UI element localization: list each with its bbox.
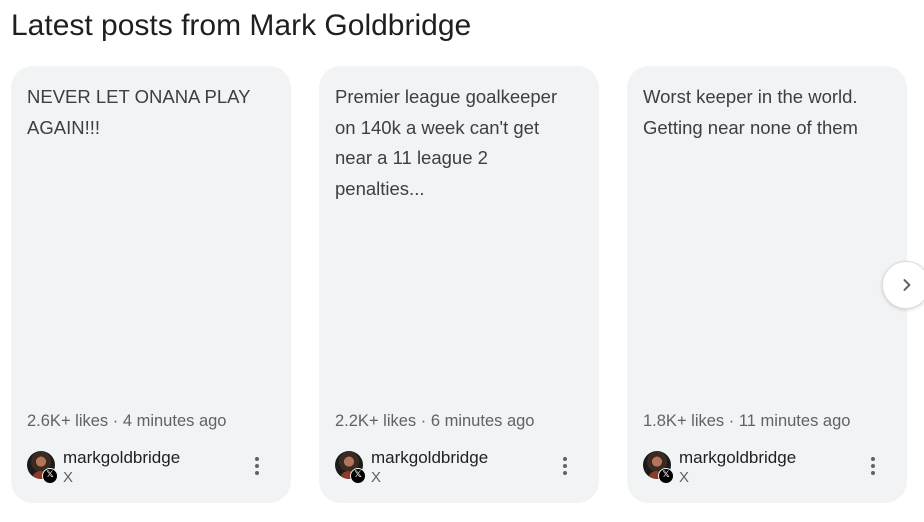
post-card[interactable]: Premier league goalkeeper on 140k a week… xyxy=(319,66,599,503)
carousel-next-button[interactable] xyxy=(882,261,924,309)
post-meta: 2.2K+ likes · 6 minutes ago xyxy=(335,412,535,430)
post-text: Worst keeper in the world. Getting near … xyxy=(643,86,858,138)
posts-carousel: NEVER LET ONANA PLAY AGAIN!!! 2.6K+ like… xyxy=(11,66,924,504)
post-author: 𝕏 markgoldbridge X xyxy=(27,448,275,488)
post-card[interactable]: NEVER LET ONANA PLAY AGAIN!!! 2.6K+ like… xyxy=(11,66,291,503)
x-logo-icon: 𝕏 xyxy=(658,468,674,484)
author-username[interactable]: markgoldbridge xyxy=(371,448,488,468)
x-logo-icon: 𝕏 xyxy=(42,468,58,484)
post-source: X xyxy=(63,469,74,486)
more-vert-icon[interactable] xyxy=(247,454,267,478)
post-text: Premier league goalkeeper on 140k a week… xyxy=(335,86,558,199)
post-meta: 1.8K+ likes · 11 minutes ago xyxy=(643,412,851,430)
post-author: 𝕏 markgoldbridge X xyxy=(643,448,891,488)
author-username[interactable]: markgoldbridge xyxy=(679,448,796,468)
section-title: Latest posts from Mark Goldbridge xyxy=(11,9,472,42)
chevron-right-icon xyxy=(903,279,911,291)
author-username[interactable]: markgoldbridge xyxy=(63,448,180,468)
post-author: 𝕏 markgoldbridge X xyxy=(335,448,583,488)
more-vert-icon[interactable] xyxy=(555,454,575,478)
post-text: NEVER LET ONANA PLAY AGAIN!!! xyxy=(27,86,251,138)
more-vert-icon[interactable] xyxy=(863,454,883,478)
post-card[interactable]: Worst keeper in the world. Getting near … xyxy=(627,66,907,503)
post-meta: 2.6K+ likes · 4 minutes ago xyxy=(27,412,227,430)
post-source: X xyxy=(679,469,690,486)
post-source: X xyxy=(371,469,382,486)
x-logo-icon: 𝕏 xyxy=(350,468,366,484)
